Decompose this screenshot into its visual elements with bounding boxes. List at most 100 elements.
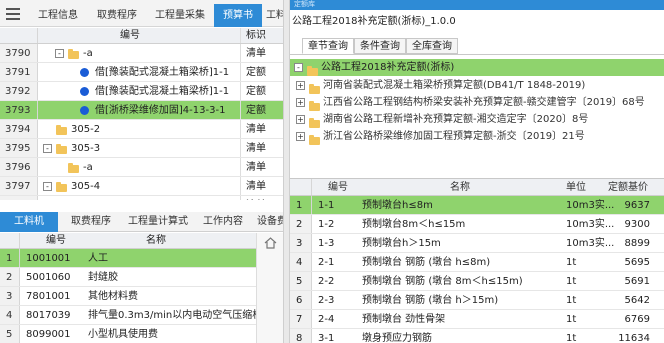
resource-row[interactable]: 4 8017039 排气量0.3m3/min以内电动空气压缩机 bbox=[0, 306, 256, 325]
quota-library-header: 公路工程2018补充定额(浙标)_1.0.0 bbox=[290, 10, 664, 38]
quota-row[interactable]: 8 3-1 墩身预应力钢筋 1t 11634 bbox=[290, 329, 664, 343]
tab-work-content[interactable]: 工作内容 bbox=[196, 212, 250, 232]
quota-row[interactable]: 6 2-3 预制墩台 钢筋 (墩台 h＞15m) 1t 5642 bbox=[290, 291, 664, 310]
chapter-tree-item[interactable]: + 江西省公路工程钢结构桥梁安装补充预算定额-赣交建管字〔2019〕68号 bbox=[290, 94, 664, 111]
row-number-header bbox=[0, 28, 38, 43]
panel-splitter[interactable] bbox=[283, 0, 290, 343]
chapter-tree-item[interactable]: + 河南省装配式混凝土箱梁桥预算定额(DB41/T 1848-2019) bbox=[290, 77, 664, 94]
home-icon[interactable] bbox=[264, 237, 277, 249]
chapter-tree-label: 河南省装配式混凝土箱梁桥预算定额(DB41/T 1848-2019) bbox=[323, 80, 586, 91]
tab-quantity-formula[interactable]: 工程量计算式 bbox=[124, 212, 192, 232]
folder-icon bbox=[307, 66, 318, 76]
budget-row[interactable]: 3798 -a 清单 bbox=[0, 196, 283, 200]
resource-code: 8099001 bbox=[26, 329, 71, 340]
budget-row[interactable]: 3794 305-2 清单 bbox=[0, 120, 283, 139]
tab-condition-query[interactable]: 条件查询 bbox=[354, 38, 406, 54]
quota-name: 预制墩台h≤8m bbox=[362, 200, 433, 211]
quota-base-price: 5691 bbox=[624, 276, 650, 287]
tab-project-info[interactable]: 工程信息 bbox=[28, 4, 88, 27]
quota-row[interactable]: 2 1-2 预制墩台8m＜h≤15m 10m3实... 9300 bbox=[290, 215, 664, 234]
resource-name: 人工 bbox=[88, 253, 108, 264]
quota-item-icon bbox=[80, 87, 89, 96]
row-number: 4 bbox=[290, 253, 312, 271]
budget-row[interactable]: 3796 -a 清单 bbox=[0, 158, 283, 177]
tab-chapter-query[interactable]: 章节查询 bbox=[302, 38, 354, 54]
expand-toggle-icon[interactable]: + bbox=[296, 81, 305, 90]
quota-unit: 10m3实... bbox=[566, 219, 615, 230]
expand-toggle-icon[interactable]: + bbox=[296, 132, 305, 141]
row-number: 3798 bbox=[0, 196, 38, 200]
tab-budget-book[interactable]: 预算书 bbox=[214, 4, 262, 27]
quota-row[interactable]: 7 2-4 预制墩台 劲性骨架 1t 6769 bbox=[290, 310, 664, 329]
resource-code: 7801001 bbox=[26, 291, 71, 302]
quota-base-price: 9300 bbox=[624, 219, 650, 230]
collapse-toggle-icon[interactable]: - bbox=[294, 63, 303, 72]
budget-grid-header: 编号 标识 bbox=[0, 28, 283, 44]
budget-row[interactable]: 3795- 305-3 清单 bbox=[0, 139, 283, 158]
quota-row[interactable]: 4 2-1 预制墩台 钢筋 (墩台 h≤8m) 1t 5695 bbox=[290, 253, 664, 272]
resource-name: 其他材料费 bbox=[88, 291, 138, 302]
quota-row[interactable]: 1 1-1 预制墩台h≤8m 10m3实... 9637 bbox=[290, 196, 664, 215]
quota-unit: 1t bbox=[566, 314, 577, 325]
quota-grid-header: 编号 名称 单位 定额基价 bbox=[290, 179, 664, 196]
budget-row-type: 清单 bbox=[246, 143, 266, 154]
budget-row-code: 借[豫装配式混凝土箱梁桥]1-1 bbox=[95, 67, 230, 78]
tab-labor-material-machine[interactable]: 工料机 bbox=[0, 212, 58, 232]
expand-toggle-icon[interactable]: + bbox=[296, 98, 305, 107]
budget-row-type: 定额 bbox=[246, 86, 266, 97]
row-number: 7 bbox=[290, 310, 312, 328]
resource-row[interactable]: 2 5001060 封缝胶 bbox=[0, 268, 256, 287]
tab-detail-fee-program[interactable]: 取费程序 bbox=[62, 212, 120, 232]
quota-base-price: 5695 bbox=[624, 257, 650, 268]
quota-base-price: 11634 bbox=[618, 333, 650, 343]
quota-grid: 编号 名称 单位 定额基价 1 1-1 预制墩台h≤8m 10m3实... 9637 2 1… bbox=[290, 178, 664, 343]
budget-row[interactable]: 3790 - -a 清单 bbox=[0, 44, 283, 63]
chapter-tree-item[interactable]: - 公路工程2018补充定额(浙标) bbox=[290, 59, 664, 76]
quota-base-price: 6769 bbox=[624, 314, 650, 325]
budget-row[interactable]: 3793 借[浙桥梁维修加固]4-13-3-1 定额 bbox=[0, 101, 283, 120]
quota-library-name[interactable]: 公路工程2018补充定额(浙标)_1.0.0 bbox=[292, 12, 456, 27]
collapse-toggle-icon[interactable]: - bbox=[55, 49, 64, 58]
quota-row[interactable]: 3 1-3 预制墩台h＞15m 10m3实... 8899 bbox=[290, 234, 664, 253]
menu-icon[interactable] bbox=[6, 8, 20, 20]
quota-row[interactable]: 5 2-2 预制墩台 钢筋 (墩台 8m＜h≤15m) 1t 5691 bbox=[290, 272, 664, 291]
budget-row-code: 305-3 bbox=[71, 143, 101, 154]
tab-quantity-collect[interactable]: 工程量采集 bbox=[146, 4, 214, 27]
resource-code: 5001060 bbox=[26, 272, 71, 283]
quota-library-titlebar: 定额库 bbox=[290, 0, 664, 10]
row-number: 5 bbox=[0, 325, 20, 343]
quota-item-icon bbox=[80, 106, 89, 115]
folder-icon bbox=[56, 182, 67, 192]
expand-toggle-icon[interactable]: + bbox=[296, 115, 305, 124]
resource-grid: 编号 名称 1 1001001 人工 2 5001060 封缝胶 3 7801001 其他材料费… bbox=[0, 233, 256, 343]
chapter-tree-item[interactable]: + 浙江省公路桥梁维修加固工程预算定额-浙交〔2019〕21号 bbox=[290, 128, 664, 145]
budget-row-type: 定额 bbox=[246, 105, 266, 116]
collapse-toggle-icon[interactable]: - bbox=[43, 144, 52, 153]
row-number: 2 bbox=[290, 215, 312, 233]
row-number: 6 bbox=[290, 291, 312, 309]
quota-code: 1-3 bbox=[318, 238, 335, 249]
collapse-toggle-icon[interactable]: - bbox=[43, 182, 52, 191]
budget-row[interactable]: 3792 借[豫装配式混凝土箱梁桥]1-1 定额 bbox=[0, 82, 283, 101]
folder-icon bbox=[56, 144, 67, 154]
quota-name: 预制墩台 劲性骨架 bbox=[362, 314, 446, 325]
resource-row[interactable]: 5 8099001 小型机具使用费 bbox=[0, 325, 256, 343]
col-quota-name-header: 名称 bbox=[450, 182, 470, 193]
folder-icon bbox=[68, 163, 79, 173]
resource-row[interactable]: 3 7801001 其他材料费 bbox=[0, 287, 256, 306]
budget-row-type: 定额 bbox=[246, 67, 266, 78]
tab-fee-program[interactable]: 取费程序 bbox=[88, 4, 146, 27]
budget-row[interactable]: 3791 借[豫装配式混凝土箱梁桥]1-1 定额 bbox=[0, 63, 283, 82]
quota-name: 预制墩台h＞15m bbox=[362, 238, 441, 249]
col-resource-code-header: 编号 bbox=[46, 235, 66, 246]
chapter-tree: - 公路工程2018补充定额(浙标) + 河南省装配式混凝土箱梁桥预算定额(DB41/… bbox=[290, 54, 664, 178]
chapter-tree-item[interactable]: + 湖南省公路工程新增补充预算定额-湘交造定字〔2020〕8号 bbox=[290, 111, 664, 128]
resource-row[interactable]: 1 1001001 人工 bbox=[0, 249, 256, 268]
quota-name: 预制墩台 钢筋 (墩台 8m＜h≤15m) bbox=[362, 276, 523, 287]
resource-grid-header: 编号 名称 bbox=[0, 233, 256, 249]
budget-row[interactable]: 3797- 305-4 清单 bbox=[0, 177, 283, 196]
budget-row-code: -a bbox=[83, 196, 93, 200]
tab-full-library-query[interactable]: 全库查询 bbox=[406, 38, 458, 54]
quota-base-price: 5642 bbox=[624, 295, 650, 306]
query-tab-bar: 章节查询 条件查询 全库查询 bbox=[296, 38, 664, 54]
